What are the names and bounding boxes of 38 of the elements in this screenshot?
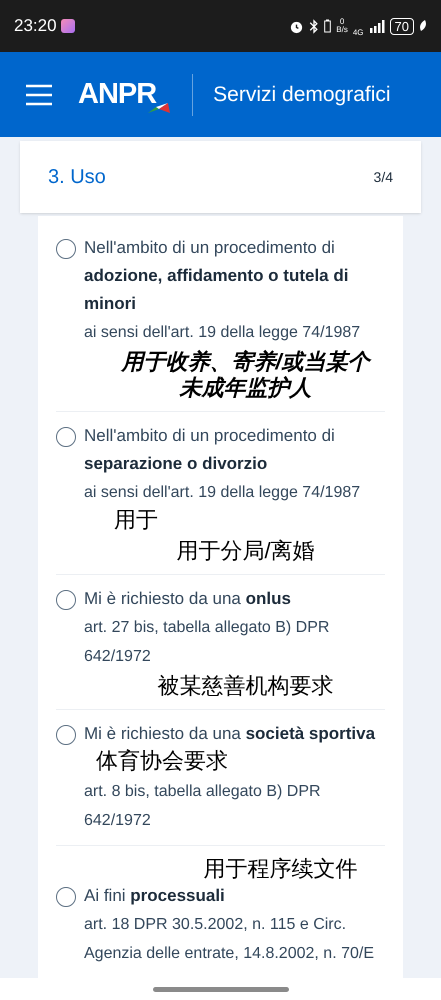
radio-button[interactable] [56, 427, 76, 447]
flag-swoosh-icon [146, 102, 172, 114]
battery-level: 70 [390, 18, 414, 34]
legal-reference: art. 8 bis, tabella allegato B) DPR 642/1972 [84, 783, 321, 829]
site-title: Servizi demografici [213, 82, 391, 108]
anpr-logo: ANPR [78, 76, 156, 112]
network-type: 4G [352, 27, 364, 39]
legal-reference: art. 18 DPR 30.5.2002, n. 115 e Circ. Agenzia delle entrate, 14.8.2002, n. 70/E [84, 916, 374, 962]
option-label: Nell'ambito di un procedimento di separazione o divorzio [84, 426, 335, 473]
app-notification-icon [60, 19, 75, 33]
handwritten-note: 用于收养、寄养/或当某个未成年监护人 [120, 349, 370, 401]
option-label: Ai fini processuali [84, 886, 225, 905]
status-time: 23:20 [14, 15, 57, 38]
handwritten-note: 被某慈善机构要求 [158, 673, 334, 699]
option-label: Mi è richiesto da una onlus [84, 589, 291, 608]
leaf-icon [419, 20, 427, 32]
radio-button[interactable] [56, 887, 76, 907]
radio-button[interactable] [56, 725, 76, 745]
step-counter: 3/4 [374, 168, 393, 186]
handwritten-note: 体育协会要求 [96, 748, 228, 773]
legal-reference: art. 27 bis, tabella allegato B) DPR 642/1972 [84, 619, 330, 665]
signal-icon [368, 20, 385, 32]
network-speed-unit: B/s [336, 26, 348, 34]
handwritten-note: 用于程序续文件 [204, 856, 358, 882]
battery-small-icon [324, 19, 332, 33]
step-title: 3. Uso [48, 165, 106, 190]
handwritten-note: 用于 [114, 507, 158, 532]
option-label: Nell'ambito di un procedimento di adozione, affidamento o tutela di minori [84, 238, 348, 313]
legal-reference: ai sensi dell'art. 19 della legge 74/1987 [84, 484, 360, 501]
radio-button[interactable] [56, 239, 76, 259]
bluetooth-icon [309, 18, 320, 34]
menu-icon[interactable] [26, 84, 52, 106]
handwritten-note: 用于分局/离婚 [176, 538, 315, 564]
home-indicator[interactable] [152, 986, 288, 992]
option-label: Mi è richiesto da una società sportiva [84, 724, 376, 743]
network-speed-value: 0 [340, 18, 344, 26]
radio-button[interactable] [56, 590, 76, 610]
legal-reference: ai sensi dell'art. 19 della legge 74/1987 [84, 324, 360, 341]
